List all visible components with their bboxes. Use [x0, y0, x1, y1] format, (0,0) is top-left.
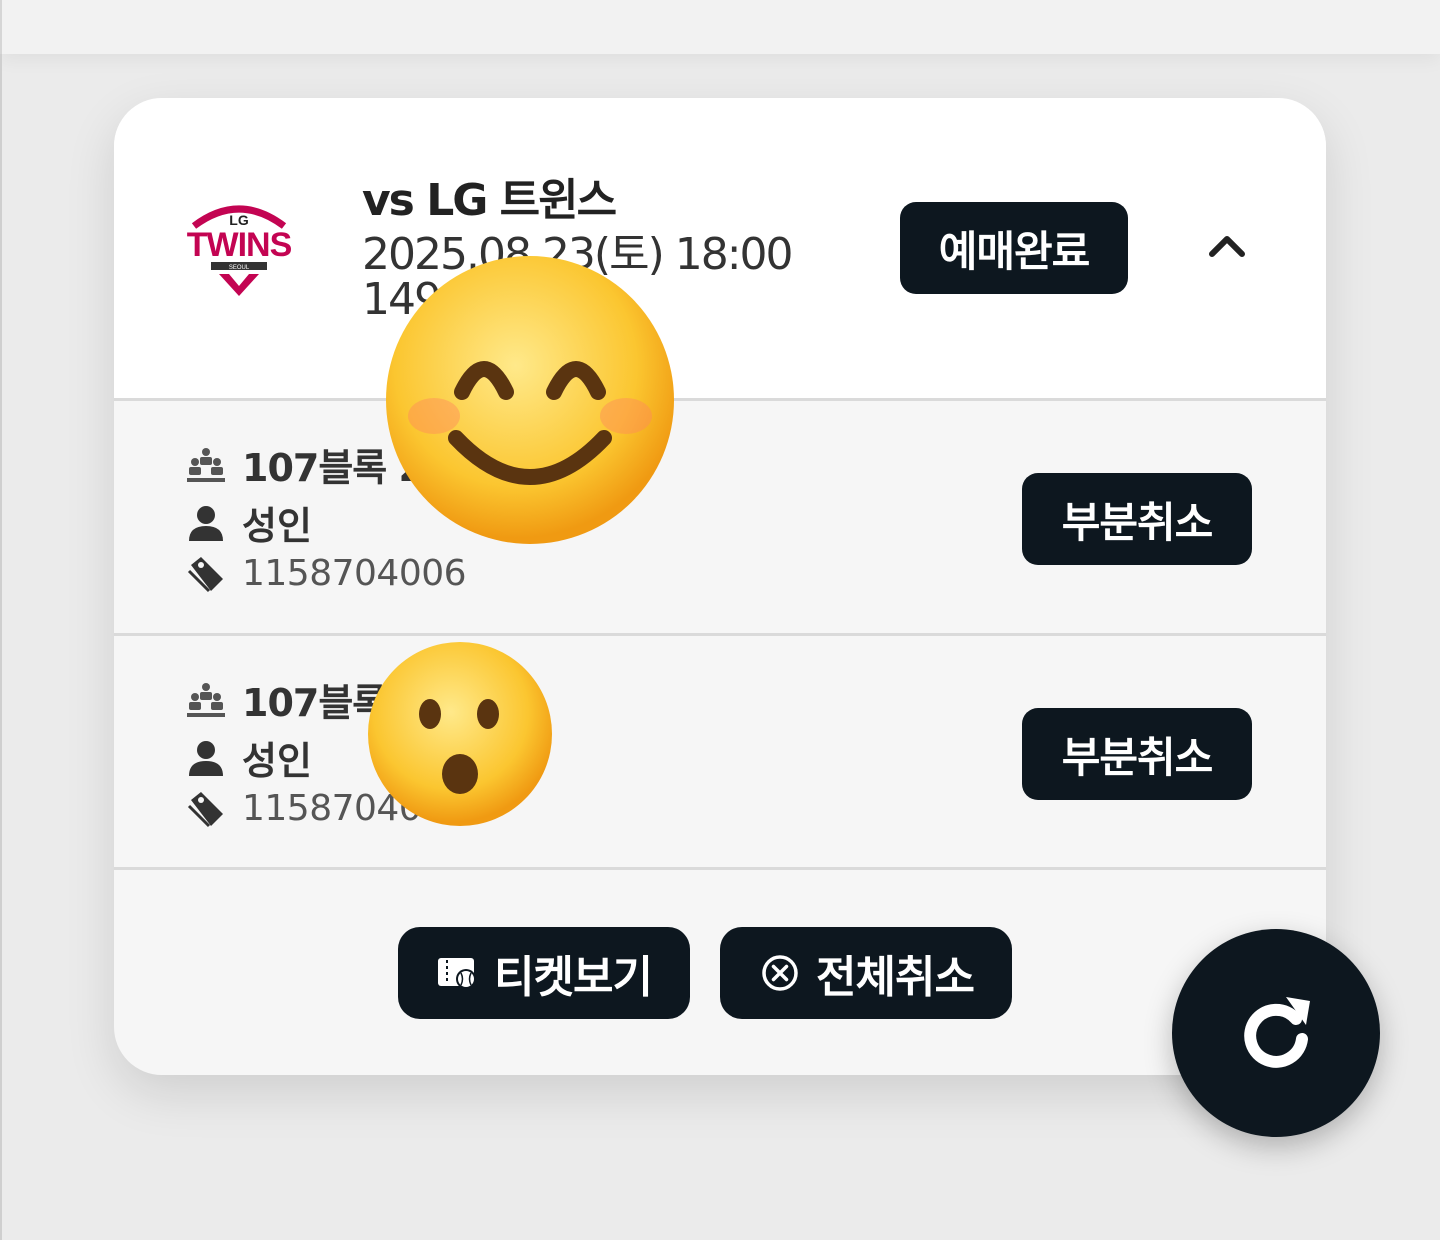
ticket-type: 성인 — [242, 504, 312, 548]
edge-line — [0, 54, 2, 1240]
booking-header: LG TWINS SEOUL vs LG 트윈스 2025.08.23(토) 1… — [114, 98, 1326, 398]
type-line: 성인 — [186, 495, 312, 550]
tag-icon — [186, 789, 226, 829]
ticket-row: 107블록 2 성인 1158704006 부분취소 — [114, 401, 1326, 633]
smiling-emoji-sticker — [384, 254, 676, 546]
refresh-icon — [1234, 989, 1318, 1077]
status-badge: 예매완료 — [900, 202, 1128, 294]
divider — [114, 867, 1326, 870]
cancel-all-button[interactable]: 전체취소 — [720, 927, 1012, 1019]
svg-text:TWINS: TWINS — [187, 226, 292, 264]
top-bar — [0, 0, 1440, 54]
svg-text:SEOUL: SEOUL — [229, 265, 250, 271]
ticket-number: 1158704006 — [242, 553, 467, 594]
surprised-emoji-sticker — [366, 640, 554, 828]
tag-icon — [186, 554, 226, 594]
refresh-button[interactable] — [1172, 929, 1380, 1137]
seats-icon — [186, 680, 226, 720]
person-icon — [186, 503, 226, 543]
person-icon — [186, 738, 226, 778]
booking-card: LG TWINS SEOUL vs LG 트윈스 2025.08.23(토) 1… — [114, 98, 1326, 1075]
partial-cancel-button[interactable]: 부분취소 — [1022, 473, 1252, 565]
team-logo: LG TWINS SEOUL — [176, 198, 302, 298]
view-ticket-button[interactable]: 티켓보기 — [398, 927, 690, 1019]
ticket-icon — [436, 951, 480, 995]
chevron-up-icon[interactable] — [1206, 228, 1248, 264]
circle-x-icon — [758, 951, 802, 995]
cancel-all-label: 전체취소 — [816, 952, 975, 1003]
seats-icon — [186, 445, 226, 485]
ticket-number-line: 1158704006 — [186, 553, 467, 594]
partial-cancel-button[interactable]: 부분취소 — [1022, 708, 1252, 800]
ticket-type: 성인 — [242, 739, 312, 783]
type-line: 성인 — [186, 730, 312, 785]
ticket-row: 107블록 2 성인 11587040 부분취소 — [114, 636, 1326, 868]
view-ticket-label: 티켓보기 — [494, 952, 653, 1003]
